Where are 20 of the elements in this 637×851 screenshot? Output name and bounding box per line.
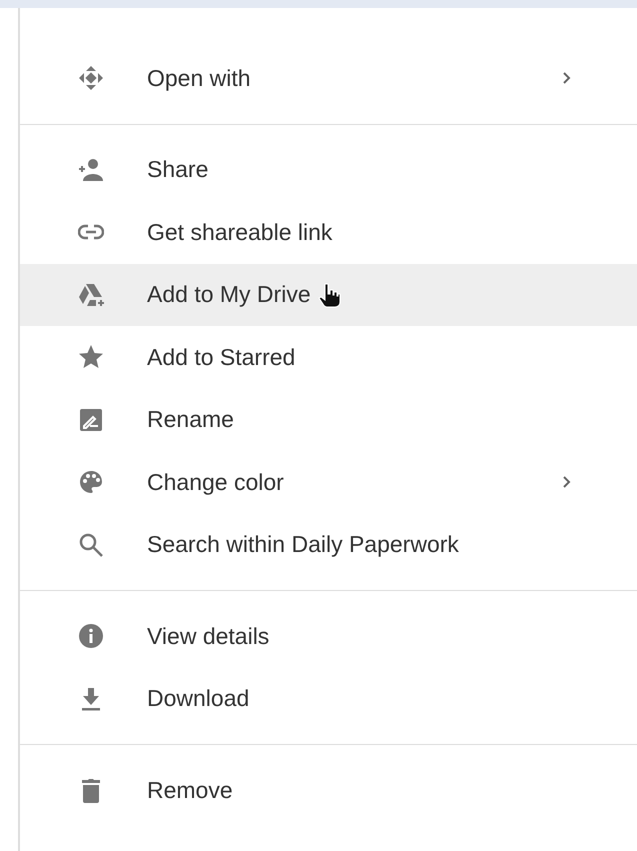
menu-item[interactable]: Rename [20,388,637,451]
star-icon [78,344,104,370]
menu-item[interactable]: Get shareable link [20,201,637,264]
menu-item[interactable]: Add to My Drive [20,264,637,326]
menu-item[interactable]: Add to Starred [20,326,637,388]
drive-add-icon [78,282,104,308]
menu-item[interactable]: Change color [20,451,637,514]
menu-item[interactable]: Open with [20,47,637,110]
menu-item[interactable]: Remove [20,759,637,822]
move-icon [78,65,104,92]
rename-icon [78,406,104,433]
hand-cursor-icon [316,282,341,308]
info-icon [78,623,104,650]
menu-item[interactable]: Download [20,668,637,730]
menu-item[interactable]: View details [20,605,637,668]
search-icon [78,532,104,558]
menu-item[interactable]: Share [20,138,637,201]
menu-item[interactable]: Search within Daily Paperwork [20,514,637,576]
add-person-icon [78,156,104,183]
palette-icon [78,469,104,496]
